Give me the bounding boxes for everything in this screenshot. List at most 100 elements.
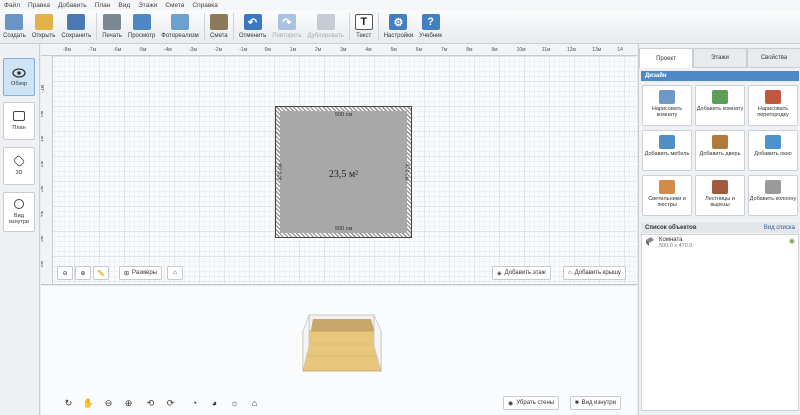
text-icon: T [354,14,373,30]
duplicate-button[interactable]: Дублировать [305,10,347,43]
menu-item[interactable]: Добавить [58,2,87,9]
light-button[interactable]: ☼ [227,396,242,410]
redo-button[interactable]: ↷ Повторить [269,10,304,43]
ruler-tick: -3м [189,47,197,53]
ruler-tick: -8м [63,47,71,53]
printer-button[interactable]: Печать [99,10,125,43]
object-size: 500.0 x 470.0 [659,243,693,249]
eye-icon [12,67,26,78]
duplicate-icon [316,14,335,30]
orbit-right-button[interactable]: ⟳ [163,396,178,410]
home-button[interactable]: ⌂ [247,396,262,410]
visibility-icon[interactable]: ◉ [789,237,795,245]
design-card[interactable]: Нарисовать перегородку [748,85,798,126]
save-button[interactable]: Сохранить [58,10,94,43]
toolbar-separator [377,13,379,40]
room-width-top: 500 см [335,112,353,118]
menu-item[interactable]: План [95,2,111,9]
home-button[interactable]: ⌂ [167,266,183,280]
view-list-link[interactable]: Вид списка [764,225,795,231]
toolbar-label: Печать [102,33,122,39]
zoom-in-button[interactable]: ⊕ [121,396,136,410]
overview-button[interactable]: Обзор [3,58,35,96]
folder-icon [34,14,53,30]
3d-view-area[interactable]: ↻ ✋ ⊖ ⊕ ⟲ ⟳ ◔ ◕ ☼ ⌂ ◉ Убрать стены ■ Вид изнутри [41,286,637,415]
ruler-tick: 10м [516,47,526,53]
new-file-button[interactable]: Создать [0,10,29,43]
help-icon: ? [421,14,440,30]
panel-tabs: Проект Этажи Свойства [639,48,800,68]
hand-button[interactable]: ✋ [81,396,96,410]
tab-floors[interactable]: Этажи [693,48,747,68]
menu-item[interactable]: Файл [4,2,20,9]
design-card[interactable]: Добавить колонну [748,175,798,216]
rotate-button[interactable]: ↻ [61,396,76,410]
design-item-icon [712,90,728,104]
remove-walls-button[interactable]: ◉ Убрать стены [503,396,560,410]
zoom-in-icon: ⊕ [80,270,86,277]
toolbar-separator [348,13,350,40]
estimate-button[interactable]: Смета [207,10,231,43]
inside-view-button[interactable]: Вид изнутри [3,192,35,232]
monitor-button[interactable]: Просмотр [125,10,158,43]
zoom-in-icon: ⊕ [124,397,133,408]
design-card[interactable]: Добавить мебель [642,130,692,171]
ruler-tick: -2м [214,47,223,53]
plan-label: План [12,125,26,131]
menu-item[interactable]: Правка [28,2,50,9]
design-card[interactable]: Лестницы и вырезы [695,175,745,216]
walker-icon [14,199,24,209]
ruler-tick: 9м [491,47,498,53]
menu-item[interactable]: Смета [165,2,184,9]
measure-button[interactable]: 📏 [93,266,109,280]
monitor-icon [132,14,151,30]
menu-item[interactable]: Этажи [138,2,157,9]
toolbar-label: Повторить [272,33,302,39]
orbit-left-button[interactable]: ⟲ [143,396,158,410]
design-item-icon [765,135,781,149]
plan-icon [13,111,25,121]
3d-button[interactable]: 3D [3,147,35,185]
zoom-out-button[interactable]: ⊖ [57,266,73,280]
room-shape[interactable]: 500 см 500 см 470 см 470 см 23,5 м² [275,106,412,238]
list-item[interactable]: Комната 500.0 x 470.0 ◉ [642,235,798,251]
zoom-out-button[interactable]: ⊖ [101,396,116,410]
menu-item[interactable]: Справка [192,2,218,9]
ruler-tick: -7м [88,47,97,53]
design-item-label: Добавить колонну [749,196,797,202]
design-card[interactable]: Добавить комнату [695,85,745,126]
design-card[interactable]: Светильники и люстры [642,175,692,216]
room-object-icon [646,237,654,246]
design-item-icon [659,135,675,149]
folder-button[interactable]: Открыть [29,10,59,43]
inside-view-3d-label: Вид изнутри [581,400,616,406]
tilt-down-button[interactable]: ◕ [207,396,222,410]
design-card[interactable]: Добавить дверь [695,130,745,171]
add-roof-button[interactable]: ⌂ Добавить крышу [563,266,626,280]
gear-button[interactable]: ⚙ Настройки [381,10,416,43]
help-button[interactable]: ? Учебник [416,10,445,43]
sizes-button[interactable]: ⊞ Размеры [119,266,162,280]
menu-item[interactable]: Вид [118,2,130,9]
design-item-icon [765,180,781,194]
design-card[interactable]: Нарисовать комнату [642,85,692,126]
tab-project[interactable]: Проект [639,48,693,68]
sizes-label: Размеры [132,270,157,276]
photo-button[interactable]: Фотореализм [158,10,202,43]
design-item-icon [659,90,675,104]
add-floor-button[interactable]: ◈ Добавить этаж [492,266,551,280]
save-icon [67,14,86,30]
zoom-in-button[interactable]: ⊕ [75,266,91,280]
objects-list: Комната 500.0 x 470.0 ◉ [641,234,799,411]
zoom-out-icon: ⊖ [62,270,68,277]
floor-plan-area[interactable]: -8м -7м -6м -5м -4м -3м -2м -1м 0м 1м 2м 3м 4м 5м 6м 7м… [41,44,637,285]
walls-icon: ◉ [508,400,514,407]
plan-button[interactable]: План [3,102,35,140]
design-card[interactable]: Добавить окно [748,130,798,171]
inside-view-3d-button[interactable]: ■ Вид изнутри [570,396,621,410]
undo-button[interactable]: ↶ Отменить [236,10,269,43]
tab-properties[interactable]: Свойства [747,48,800,68]
design-item-icon [659,180,675,194]
tilt-up-button[interactable]: ◔ [187,396,202,410]
text-button[interactable]: T Текст [352,10,376,43]
